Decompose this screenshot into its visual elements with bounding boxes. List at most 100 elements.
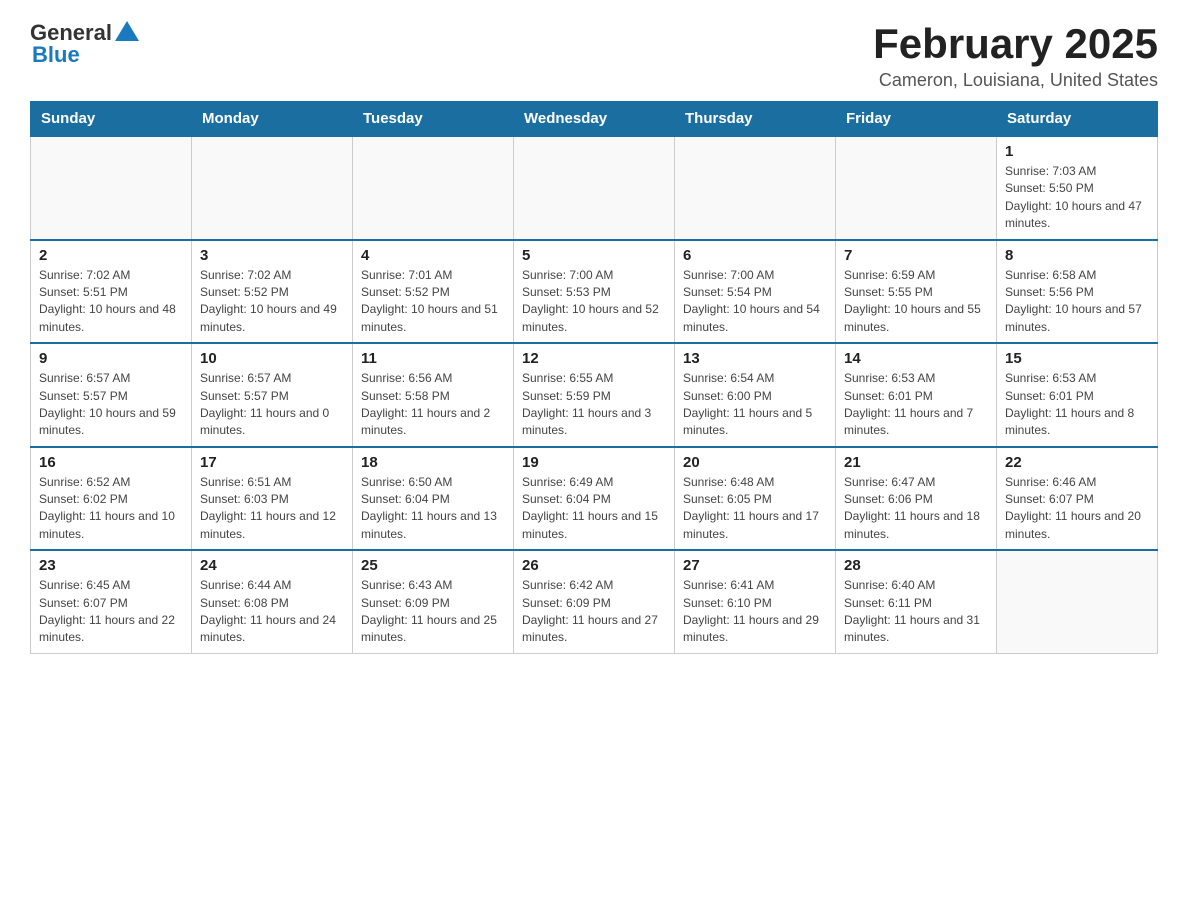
calendar-cell: 15 Sunrise: 6:53 AMSunset: 6:01 PMDayligh… xyxy=(997,343,1158,447)
day-info: Sunrise: 6:40 AMSunset: 6:11 PMDaylight:… xyxy=(844,577,988,647)
day-info: Sunrise: 6:53 AMSunset: 6:01 PMDaylight:… xyxy=(1005,370,1149,440)
calendar-cell: 21 Sunrise: 6:47 AMSunset: 6:06 PMDayligh… xyxy=(836,447,997,551)
calendar-day-header-thursday: Thursday xyxy=(675,102,836,137)
day-number: 27 xyxy=(683,557,827,574)
calendar-week-row: 16 Sunrise: 6:52 AMSunset: 6:02 PMDayligh… xyxy=(31,447,1158,551)
calendar-cell: 4 Sunrise: 7:01 AMSunset: 5:52 PMDaylight… xyxy=(353,240,514,344)
calendar-cell: 19 Sunrise: 6:49 AMSunset: 6:04 PMDayligh… xyxy=(514,447,675,551)
day-number: 4 xyxy=(361,247,505,264)
calendar-cell: 13 Sunrise: 6:54 AMSunset: 6:00 PMDayligh… xyxy=(675,343,836,447)
calendar-cell: 11 Sunrise: 6:56 AMSunset: 5:58 PMDayligh… xyxy=(353,343,514,447)
day-info: Sunrise: 6:56 AMSunset: 5:58 PMDaylight:… xyxy=(361,370,505,440)
calendar-day-header-friday: Friday xyxy=(836,102,997,137)
title-block: February 2025 Cameron, Louisiana, United… xyxy=(873,20,1158,91)
day-number: 10 xyxy=(200,350,344,367)
calendar-cell: 23Sunrise: 6:45 AMSunset: 6:07 PMDayligh… xyxy=(31,550,192,653)
logo: General Blue xyxy=(30,20,139,68)
day-number: 18 xyxy=(361,454,505,471)
calendar-week-row: 9Sunrise: 6:57 AMSunset: 5:57 PMDaylight… xyxy=(31,343,1158,447)
day-number: 21 xyxy=(844,454,988,471)
calendar-cell: 14 Sunrise: 6:53 AMSunset: 6:01 PMDayligh… xyxy=(836,343,997,447)
page-header: General Blue February 2025 Cameron, Loui… xyxy=(30,20,1158,91)
day-number: 15 xyxy=(1005,350,1149,367)
calendar-cell: 17 Sunrise: 6:51 AMSunset: 6:03 PMDayligh… xyxy=(192,447,353,551)
calendar-cell: 16 Sunrise: 6:52 AMSunset: 6:02 PMDayligh… xyxy=(31,447,192,551)
logo-triangle-icon xyxy=(115,21,139,41)
day-number: 14 xyxy=(844,350,988,367)
day-number: 6 xyxy=(683,247,827,264)
day-number: 17 xyxy=(200,454,344,471)
calendar-cell: 2 Sunrise: 7:02 AMSunset: 5:51 PMDaylight… xyxy=(31,240,192,344)
day-number: 11 xyxy=(361,350,505,367)
calendar-cell: 24 Sunrise: 6:44 AMSunset: 6:08 PMDayligh… xyxy=(192,550,353,653)
day-number: 22 xyxy=(1005,454,1149,471)
day-info: Sunrise: 6:58 AMSunset: 5:56 PMDaylight:… xyxy=(1005,267,1149,337)
day-info: Sunrise: 6:44 AMSunset: 6:08 PMDaylight:… xyxy=(200,577,344,647)
day-info: Sunrise: 6:46 AMSunset: 6:07 PMDaylight:… xyxy=(1005,474,1149,544)
calendar-cell: 8 Sunrise: 6:58 AMSunset: 5:56 PMDaylight… xyxy=(997,240,1158,344)
day-number: 8 xyxy=(1005,247,1149,264)
page-title: February 2025 xyxy=(873,20,1158,68)
calendar-week-row: 23Sunrise: 6:45 AMSunset: 6:07 PMDayligh… xyxy=(31,550,1158,653)
day-info: Sunrise: 7:01 AMSunset: 5:52 PMDaylight:… xyxy=(361,267,505,337)
calendar-cell: 3Sunrise: 7:02 AMSunset: 5:52 PMDaylight… xyxy=(192,240,353,344)
day-info: Sunrise: 6:49 AMSunset: 6:04 PMDaylight:… xyxy=(522,474,666,544)
calendar-cell: 9Sunrise: 6:57 AMSunset: 5:57 PMDaylight… xyxy=(31,343,192,447)
calendar-table: SundayMondayTuesdayWednesdayThursdayFrid… xyxy=(30,101,1158,654)
calendar-cell: 18 Sunrise: 6:50 AMSunset: 6:04 PMDayligh… xyxy=(353,447,514,551)
day-info: Sunrise: 6:52 AMSunset: 6:02 PMDaylight:… xyxy=(39,474,183,544)
day-info: Sunrise: 6:54 AMSunset: 6:00 PMDaylight:… xyxy=(683,370,827,440)
calendar-cell: 22 Sunrise: 6:46 AMSunset: 6:07 PMDayligh… xyxy=(997,447,1158,551)
calendar-day-header-sunday: Sunday xyxy=(31,102,192,137)
calendar-cell: 28 Sunrise: 6:40 AMSunset: 6:11 PMDayligh… xyxy=(836,550,997,653)
calendar-cell: 1Sunrise: 7:03 AMSunset: 5:50 PMDaylight… xyxy=(997,136,1158,240)
calendar-cell xyxy=(514,136,675,240)
calendar-cell xyxy=(192,136,353,240)
day-info: Sunrise: 6:59 AMSunset: 5:55 PMDaylight:… xyxy=(844,267,988,337)
calendar-cell xyxy=(353,136,514,240)
day-number: 5 xyxy=(522,247,666,264)
calendar-cell: 27 Sunrise: 6:41 AMSunset: 6:10 PMDayligh… xyxy=(675,550,836,653)
day-info: Sunrise: 7:00 AMSunset: 5:53 PMDaylight:… xyxy=(522,267,666,337)
page-subtitle: Cameron, Louisiana, United States xyxy=(873,70,1158,91)
calendar-cell: 5 Sunrise: 7:00 AMSunset: 5:53 PMDaylight… xyxy=(514,240,675,344)
day-info: Sunrise: 7:02 AMSunset: 5:51 PMDaylight:… xyxy=(39,267,183,337)
day-number: 24 xyxy=(200,557,344,574)
day-info: Sunrise: 6:41 AMSunset: 6:10 PMDaylight:… xyxy=(683,577,827,647)
day-info: Sunrise: 7:00 AMSunset: 5:54 PMDaylight:… xyxy=(683,267,827,337)
calendar-cell: 6 Sunrise: 7:00 AMSunset: 5:54 PMDaylight… xyxy=(675,240,836,344)
calendar-day-header-wednesday: Wednesday xyxy=(514,102,675,137)
day-info: Sunrise: 6:48 AMSunset: 6:05 PMDaylight:… xyxy=(683,474,827,544)
day-number: 12 xyxy=(522,350,666,367)
day-number: 2 xyxy=(39,247,183,264)
day-number: 16 xyxy=(39,454,183,471)
calendar-cell: 12 Sunrise: 6:55 AMSunset: 5:59 PMDayligh… xyxy=(514,343,675,447)
day-info: Sunrise: 6:50 AMSunset: 6:04 PMDaylight:… xyxy=(361,474,505,544)
day-number: 7 xyxy=(844,247,988,264)
day-info: Sunrise: 6:55 AMSunset: 5:59 PMDaylight:… xyxy=(522,370,666,440)
day-info: Sunrise: 7:03 AMSunset: 5:50 PMDaylight:… xyxy=(1005,163,1149,233)
calendar-header-row: SundayMondayTuesdayWednesdayThursdayFrid… xyxy=(31,102,1158,137)
calendar-cell xyxy=(31,136,192,240)
day-number: 13 xyxy=(683,350,827,367)
calendar-cell: 20Sunrise: 6:48 AMSunset: 6:05 PMDayligh… xyxy=(675,447,836,551)
calendar-week-row: 2 Sunrise: 7:02 AMSunset: 5:51 PMDaylight… xyxy=(31,240,1158,344)
calendar-cell: 7 Sunrise: 6:59 AMSunset: 5:55 PMDaylight… xyxy=(836,240,997,344)
calendar-day-header-monday: Monday xyxy=(192,102,353,137)
day-info: Sunrise: 6:47 AMSunset: 6:06 PMDaylight:… xyxy=(844,474,988,544)
day-info: Sunrise: 6:43 AMSunset: 6:09 PMDaylight:… xyxy=(361,577,505,647)
calendar-day-header-saturday: Saturday xyxy=(997,102,1158,137)
day-info: Sunrise: 6:57 AMSunset: 5:57 PMDaylight:… xyxy=(39,370,183,440)
day-info: Sunrise: 6:53 AMSunset: 6:01 PMDaylight:… xyxy=(844,370,988,440)
calendar-cell xyxy=(675,136,836,240)
calendar-week-row: 1Sunrise: 7:03 AMSunset: 5:50 PMDaylight… xyxy=(31,136,1158,240)
calendar-day-header-tuesday: Tuesday xyxy=(353,102,514,137)
day-number: 19 xyxy=(522,454,666,471)
calendar-cell: 25Sunrise: 6:43 AMSunset: 6:09 PMDayligh… xyxy=(353,550,514,653)
day-info: Sunrise: 6:42 AMSunset: 6:09 PMDaylight:… xyxy=(522,577,666,647)
day-info: Sunrise: 6:51 AMSunset: 6:03 PMDaylight:… xyxy=(200,474,344,544)
calendar-cell xyxy=(997,550,1158,653)
day-number: 28 xyxy=(844,557,988,574)
day-number: 3 xyxy=(200,247,344,264)
day-info: Sunrise: 6:57 AMSunset: 5:57 PMDaylight:… xyxy=(200,370,344,440)
